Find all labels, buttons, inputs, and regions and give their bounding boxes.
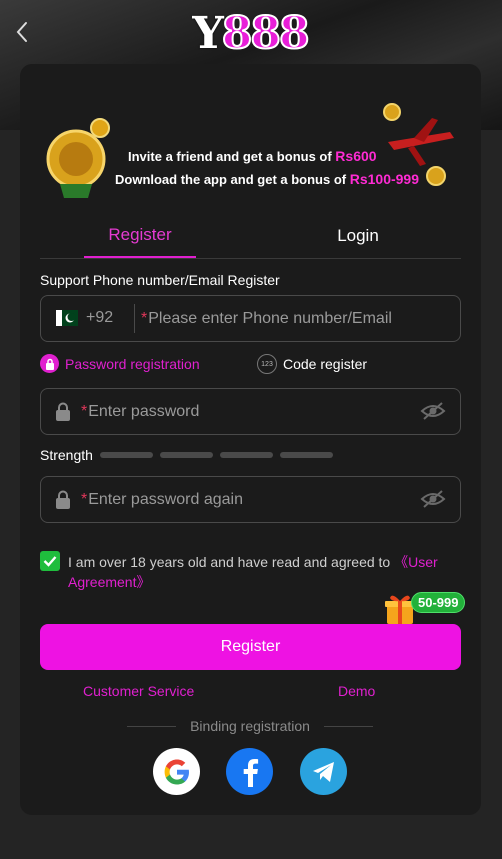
password-strength: Strength	[40, 446, 333, 464]
lock-icon	[56, 402, 70, 421]
phone-placeholder: Please enter Phone number/Email	[148, 309, 392, 327]
registration-mode-row: Password registration 123 Code register	[40, 354, 461, 376]
confirm-password-field[interactable]: * Enter password again	[40, 476, 461, 523]
trophy-icon	[46, 118, 110, 198]
code-register-label: Code register	[283, 356, 368, 372]
pakistan-flag-icon	[56, 310, 78, 326]
strength-label: Strength	[40, 447, 93, 463]
telegram-login-button[interactable]	[300, 748, 347, 795]
logo-number: 888	[221, 7, 311, 60]
password-placeholder: Enter password	[88, 402, 200, 420]
support-label: Support Phone number/Email Register	[40, 272, 280, 288]
customer-service-link[interactable]: Customer Service	[83, 683, 194, 699]
confirm-password-input[interactable]: * Enter password again	[81, 485, 401, 514]
required-mark: *	[141, 309, 148, 327]
chevron-left-icon	[16, 22, 27, 42]
demo-link[interactable]: Demo	[338, 683, 375, 699]
lock-icon	[40, 354, 59, 373]
password-registration-option[interactable]: Password registration	[40, 354, 200, 373]
eye-off-icon[interactable]	[420, 401, 446, 421]
code-icon: 123	[257, 354, 277, 374]
confirm-password-placeholder: Enter password again	[88, 490, 243, 508]
eye-off-icon[interactable]	[420, 489, 446, 509]
phone-input[interactable]: * Please enter Phone number/Email	[141, 304, 441, 333]
logo: Y 888	[190, 6, 310, 60]
strength-bar	[219, 452, 273, 458]
bonus-badge: 50-999	[411, 592, 466, 613]
lock-icon	[56, 490, 70, 509]
register-button[interactable]: Register	[40, 624, 461, 670]
google-icon	[164, 759, 189, 784]
tab-register[interactable]: Register	[84, 214, 196, 258]
check-icon	[43, 556, 57, 567]
binding-divider: Binding registration	[127, 718, 374, 734]
google-login-button[interactable]	[153, 748, 200, 795]
strength-bar	[99, 452, 153, 458]
password-registration-label: Password registration	[65, 355, 200, 372]
phone-field[interactable]: +92 * Please enter Phone number/Email	[40, 295, 461, 342]
required-mark: *	[81, 402, 88, 420]
agreement-text: I am over 18 years old and have read and…	[68, 554, 438, 590]
banner-line-invite: Invite a friend and get a bonus of Rs600	[128, 148, 377, 164]
divider-line	[323, 725, 374, 727]
facebook-login-button[interactable]	[226, 748, 273, 795]
register-card: Invite a friend and get a bonus of Rs600…	[20, 64, 481, 815]
agreement-checkbox[interactable]	[40, 551, 60, 571]
required-mark: *	[81, 490, 88, 508]
back-button[interactable]	[10, 18, 34, 46]
country-code[interactable]: +92	[86, 309, 113, 327]
binding-label: Binding registration	[190, 718, 310, 734]
tab-login[interactable]: Login	[304, 214, 412, 257]
password-field[interactable]: * Enter password	[40, 388, 461, 435]
strength-bar	[279, 452, 333, 458]
password-input[interactable]: * Enter password	[81, 397, 401, 426]
auth-tabs: Register Login	[40, 214, 461, 259]
logo-letter: Y	[192, 7, 223, 59]
code-register-option[interactable]: 123 Code register	[257, 354, 367, 374]
banner-line-download: Download the app and get a bonus of Rs10…	[115, 171, 419, 187]
divider-line	[127, 725, 177, 727]
telegram-icon	[312, 761, 334, 782]
strength-bar	[159, 452, 213, 458]
divider	[134, 304, 135, 333]
airplane-icon	[383, 103, 454, 186]
facebook-icon	[243, 758, 258, 787]
promo-banner: Invite a friend and get a bonus of Rs600…	[40, 94, 460, 214]
